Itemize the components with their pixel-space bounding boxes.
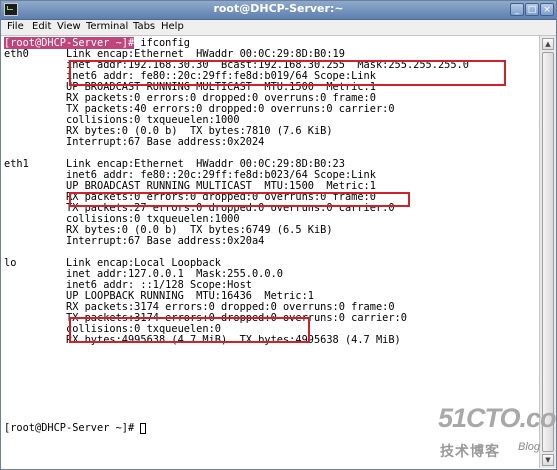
scroll-up-arrow-icon[interactable]: ▲: [542, 38, 554, 50]
output-line: Interrupt:67 Base address:0x20a4: [4, 235, 265, 247]
watermark-logo: 51CTO.com: [438, 403, 556, 433]
bottom-prompt-line: [root@DHCP-Server ~]#: [4, 422, 147, 434]
minimize-button[interactable]: _: [510, 3, 524, 16]
watermark-blog: Blog: [518, 441, 541, 453]
text-cursor: [140, 423, 147, 434]
lo-address-highlight-box: [69, 317, 310, 343]
menu-edit[interactable]: Edit: [32, 21, 51, 32]
menu-tabs[interactable]: Tabs: [133, 21, 155, 32]
maximize-button[interactable]: □: [525, 3, 539, 16]
menu-terminal[interactable]: Terminal: [86, 21, 128, 32]
window-title: root@DHCP-Server:~: [213, 2, 344, 15]
close-button[interactable]: ×: [540, 3, 554, 16]
title-bar[interactable]: root@DHCP-Server:~ _ □ ×: [1, 1, 556, 20]
menu-bar: File Edit View Terminal Tabs Help: [1, 20, 556, 36]
watermark-subtitle: 技术博客: [440, 444, 500, 460]
terminal-window: root@DHCP-Server:~ _ □ × File Edit View …: [0, 0, 557, 470]
eth0-address-highlight-box: [69, 60, 506, 86]
site-watermark: 51CTO.com 技术博客 Blog: [438, 403, 556, 467]
menu-help[interactable]: Help: [161, 21, 184, 32]
output-line: Interrupt:67 Base address:0x2024: [4, 136, 265, 148]
eth1-address-highlight-box: [69, 192, 410, 207]
scrollbar-thumb[interactable]: [542, 52, 554, 452]
menu-file[interactable]: File: [7, 21, 24, 32]
menu-view[interactable]: View: [57, 21, 81, 32]
shell-prompt: [root@DHCP-Server ~]#: [4, 422, 141, 434]
